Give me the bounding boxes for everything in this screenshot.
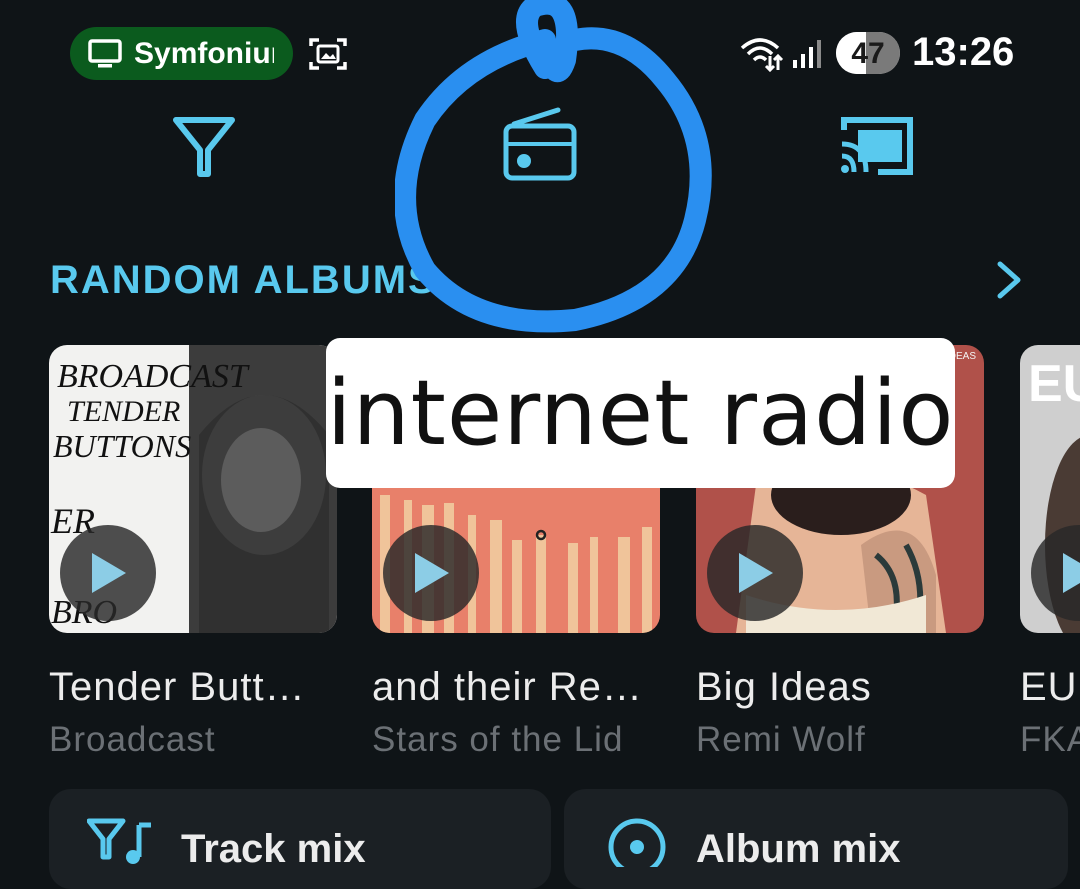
screenshot-icon [309, 38, 347, 70]
filter-icon[interactable] [170, 112, 238, 180]
album-card[interactable]: EU EU FKA [1020, 345, 1080, 760]
cast-app-name: Symfonium [134, 36, 274, 70]
cover-text: BUTTONS [53, 428, 191, 464]
album-cover[interactable]: EU [1020, 345, 1080, 633]
album-artist[interactable]: FKA [1020, 720, 1080, 760]
album-title: EU [1020, 665, 1078, 709]
album-cover[interactable]: BROADCAST TENDER BUTTONS ER BRO [49, 345, 337, 633]
album-mix-icon [608, 818, 666, 867]
track-mix-card[interactable]: Track mix [49, 789, 551, 889]
track-mix-icon [87, 818, 151, 864]
radio-icon[interactable] [500, 106, 580, 186]
clock: 13:26 [912, 30, 1015, 74]
cast-chip[interactable]: Symfonium [70, 27, 293, 80]
cover-text: BROADCAST [57, 358, 250, 395]
play-button[interactable] [707, 525, 803, 621]
play-icon [1063, 553, 1080, 593]
cover-text: TENDER [67, 395, 180, 428]
album-card[interactable]: BROADCAST TENDER BUTTONS ER BRO Tender B… [49, 345, 337, 760]
album-title: and their Re… [372, 665, 643, 709]
album-artist[interactable]: Remi Wolf [696, 720, 984, 760]
annotation-label: internet radio [326, 338, 955, 488]
album-title: Tender Butt… [49, 665, 306, 709]
status-bar: Symfonium 47 13:26 [0, 0, 1080, 100]
play-icon [92, 553, 126, 593]
wifi-icon [740, 38, 784, 72]
cast-icon[interactable] [836, 112, 916, 180]
battery-indicator: 47 [836, 32, 900, 74]
play-button[interactable] [60, 525, 156, 621]
signal-icon [793, 40, 821, 68]
album-artist[interactable]: Stars of the Lid [372, 720, 660, 760]
cover-text: EU [1028, 355, 1080, 413]
mix-label: Track mix [181, 827, 366, 871]
chevron-right-icon[interactable] [992, 260, 1026, 300]
album-mix-card[interactable]: Album mix [564, 789, 1068, 889]
tv-icon [88, 38, 122, 67]
album-artist[interactable]: Broadcast [49, 720, 337, 760]
battery-level: 47 [851, 37, 885, 70]
play-icon [739, 553, 773, 593]
section-title: RANDOM ALBUMS [50, 258, 437, 302]
mix-label: Album mix [696, 827, 901, 871]
play-icon [415, 553, 449, 593]
album-title: Big Ideas [696, 665, 872, 709]
play-button[interactable] [383, 525, 479, 621]
